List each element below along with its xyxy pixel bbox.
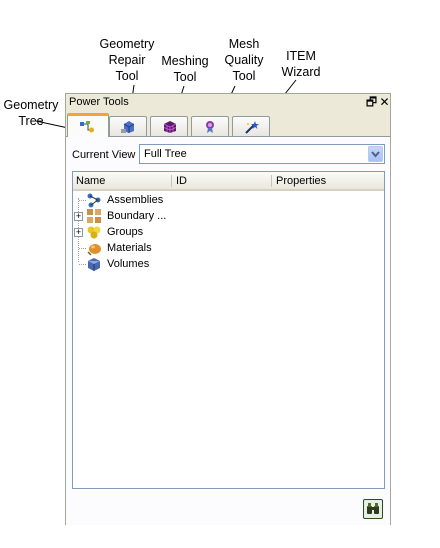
tree-item-volumes[interactable]: Volumes <box>73 256 384 272</box>
boundary-conditions-icon <box>87 209 101 223</box>
callout-geometry-repair-tool: Geometry Repair Tool <box>99 37 155 83</box>
tree-item-assemblies[interactable]: Assemblies <box>73 192 384 208</box>
find-button[interactable] <box>363 499 383 519</box>
panel-titlebar[interactable]: Power Tools 🗗 ✕ <box>66 94 390 112</box>
restore-icon[interactable]: 🗗 <box>365 95 378 109</box>
tree-item-label: Groups <box>107 226 144 238</box>
assemblies-icon <box>87 193 101 208</box>
current-view-label: Current View <box>72 149 136 161</box>
geometry-repair-icon <box>121 121 135 133</box>
tab-geometry-tree[interactable] <box>67 113 109 137</box>
item-wizard-icon <box>245 121 259 134</box>
expand-icon[interactable]: + <box>74 228 83 237</box>
column-divider[interactable] <box>171 175 172 187</box>
current-view-value: Full Tree <box>144 148 187 160</box>
tree-item-label: Boundary ... <box>107 210 167 222</box>
binoculars-icon <box>367 503 379 514</box>
mesh-quality-icon <box>206 121 214 133</box>
tab-geometry-repair-tool[interactable] <box>109 116 147 136</box>
expand-icon[interactable]: + <box>74 212 83 221</box>
callout-mesh-quality-tool: Mesh Quality Tool <box>224 37 264 83</box>
column-divider[interactable] <box>271 175 272 187</box>
tab-mesh-quality-tool[interactable] <box>191 116 229 136</box>
current-view-select[interactable]: Full Tree <box>139 144 385 164</box>
tree-branch-line <box>79 248 86 249</box>
tree-branch-line <box>79 200 86 201</box>
tree-header: Name ID Properties <box>73 172 384 191</box>
callout-geometry-tree: Geometry Tree <box>3 98 59 128</box>
tree-item-groups[interactable]: + Groups <box>73 224 384 240</box>
power-tools-panel: Power Tools 🗗 ✕ Current View Full Tree N… <box>65 93 391 525</box>
column-header-properties[interactable]: Properties <box>276 175 326 187</box>
tree-item-materials[interactable]: Materials <box>73 240 384 256</box>
meshing-icon <box>163 121 177 133</box>
chevron-down-icon <box>371 151 380 158</box>
tree-item-label: Volumes <box>107 258 150 270</box>
panel-title: Power Tools <box>69 96 129 108</box>
tree-item-label: Materials <box>107 242 152 254</box>
tab-item-wizard[interactable] <box>232 116 270 136</box>
volumes-icon <box>88 258 100 271</box>
tree-item-label: Assemblies <box>107 194 164 206</box>
close-icon[interactable]: ✕ <box>378 95 391 109</box>
tree-item-boundary[interactable]: + Boundary ... <box>73 208 384 224</box>
geometry-tree-view[interactable]: Name ID Properties Assemblies + Boundary… <box>72 171 385 489</box>
column-header-id[interactable]: ID <box>176 175 187 187</box>
column-header-name[interactable]: Name <box>76 175 105 187</box>
tool-tabs <box>66 113 390 137</box>
geometry-tree-icon <box>80 121 94 133</box>
callout-item-wizard: ITEM Wizard <box>281 49 321 79</box>
tree-branch-line <box>79 264 86 265</box>
callout-meshing-tool: Meshing Tool <box>161 54 209 84</box>
dropdown-arrow-button[interactable] <box>368 146 383 162</box>
groups-icon <box>87 226 101 239</box>
tab-meshing-tool[interactable] <box>150 116 188 136</box>
materials-icon <box>87 244 101 256</box>
tool-content-area: Current View Full Tree Name ID Propertie… <box>66 136 390 525</box>
